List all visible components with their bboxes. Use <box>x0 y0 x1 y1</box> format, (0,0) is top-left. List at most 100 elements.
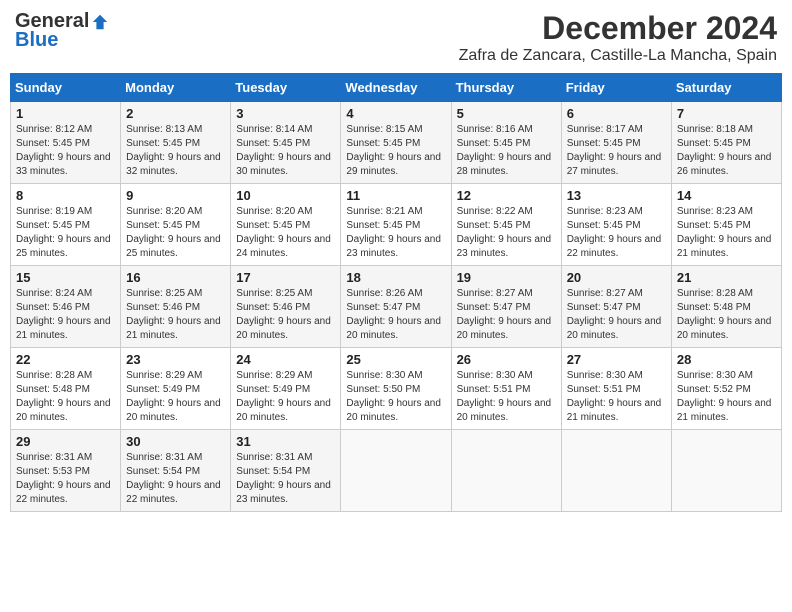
sunrise-label: Sunrise: 8:24 AM <box>16 288 92 299</box>
day-cell: 3 Sunrise: 8:14 AM Sunset: 5:45 PM Dayli… <box>231 102 341 184</box>
sunset-label: Sunset: 5:54 PM <box>126 466 200 477</box>
sunrise-label: Sunrise: 8:12 AM <box>16 124 92 135</box>
day-cell <box>671 430 781 512</box>
day-info: Sunrise: 8:20 AM Sunset: 5:45 PM Dayligh… <box>126 205 225 261</box>
day-cell: 27 Sunrise: 8:30 AM Sunset: 5:51 PM Dayl… <box>561 348 671 430</box>
day-cell: 31 Sunrise: 8:31 AM Sunset: 5:54 PM Dayl… <box>231 430 341 512</box>
day-info: Sunrise: 8:17 AM Sunset: 5:45 PM Dayligh… <box>567 123 666 179</box>
day-cell: 2 Sunrise: 8:13 AM Sunset: 5:45 PM Dayli… <box>121 102 231 184</box>
day-cell: 10 Sunrise: 8:20 AM Sunset: 5:45 PM Dayl… <box>231 184 341 266</box>
daylight-label: Daylight: 9 hours and 25 minutes. <box>16 234 111 259</box>
day-cell: 24 Sunrise: 8:29 AM Sunset: 5:49 PM Dayl… <box>231 348 341 430</box>
day-number: 18 <box>346 270 445 285</box>
sunset-label: Sunset: 5:47 PM <box>346 302 420 313</box>
day-number: 31 <box>236 434 335 449</box>
day-info: Sunrise: 8:26 AM Sunset: 5:47 PM Dayligh… <box>346 287 445 343</box>
sunrise-label: Sunrise: 8:27 AM <box>567 288 643 299</box>
sunrise-label: Sunrise: 8:16 AM <box>457 124 533 135</box>
daylight-label: Daylight: 9 hours and 22 minutes. <box>16 480 111 505</box>
sunrise-label: Sunrise: 8:28 AM <box>16 370 92 381</box>
day-cell: 5 Sunrise: 8:16 AM Sunset: 5:45 PM Dayli… <box>451 102 561 184</box>
daylight-label: Daylight: 9 hours and 20 minutes. <box>457 316 552 341</box>
day-info: Sunrise: 8:23 AM Sunset: 5:45 PM Dayligh… <box>567 205 666 261</box>
header-sunday: Sunday <box>11 74 121 102</box>
sunset-label: Sunset: 5:45 PM <box>677 138 751 149</box>
sunrise-label: Sunrise: 8:29 AM <box>236 370 312 381</box>
page-header: General Blue December 2024 Zafra de Zanc… <box>10 10 782 65</box>
daylight-label: Daylight: 9 hours and 22 minutes. <box>567 234 662 259</box>
sunset-label: Sunset: 5:45 PM <box>16 220 90 231</box>
day-info: Sunrise: 8:28 AM Sunset: 5:48 PM Dayligh… <box>16 369 115 425</box>
daylight-label: Daylight: 9 hours and 21 minutes. <box>677 398 772 423</box>
day-number: 25 <box>346 352 445 367</box>
sunrise-label: Sunrise: 8:27 AM <box>457 288 533 299</box>
daylight-label: Daylight: 9 hours and 20 minutes. <box>457 398 552 423</box>
title-section: December 2024 Zafra de Zancara, Castille… <box>459 10 777 65</box>
day-cell: 17 Sunrise: 8:25 AM Sunset: 5:46 PM Dayl… <box>231 266 341 348</box>
sunset-label: Sunset: 5:45 PM <box>346 138 420 149</box>
day-cell <box>561 430 671 512</box>
week-row-3: 22 Sunrise: 8:28 AM Sunset: 5:48 PM Dayl… <box>11 348 782 430</box>
daylight-label: Daylight: 9 hours and 20 minutes. <box>126 398 221 423</box>
day-cell: 13 Sunrise: 8:23 AM Sunset: 5:45 PM Dayl… <box>561 184 671 266</box>
daylight-label: Daylight: 9 hours and 20 minutes. <box>346 316 441 341</box>
sunset-label: Sunset: 5:54 PM <box>236 466 310 477</box>
day-info: Sunrise: 8:12 AM Sunset: 5:45 PM Dayligh… <box>16 123 115 179</box>
calendar-table: Sunday Monday Tuesday Wednesday Thursday… <box>10 73 782 512</box>
daylight-label: Daylight: 9 hours and 27 minutes. <box>567 152 662 177</box>
day-number: 7 <box>677 106 776 121</box>
daylight-label: Daylight: 9 hours and 26 minutes. <box>677 152 772 177</box>
header-monday: Monday <box>121 74 231 102</box>
sunset-label: Sunset: 5:45 PM <box>16 138 90 149</box>
sunrise-label: Sunrise: 8:13 AM <box>126 124 202 135</box>
sunset-label: Sunset: 5:46 PM <box>16 302 90 313</box>
sunset-label: Sunset: 5:45 PM <box>126 138 200 149</box>
day-info: Sunrise: 8:22 AM Sunset: 5:45 PM Dayligh… <box>457 205 556 261</box>
week-row-1: 8 Sunrise: 8:19 AM Sunset: 5:45 PM Dayli… <box>11 184 782 266</box>
daylight-label: Daylight: 9 hours and 29 minutes. <box>346 152 441 177</box>
sunrise-label: Sunrise: 8:29 AM <box>126 370 202 381</box>
sunset-label: Sunset: 5:45 PM <box>346 220 420 231</box>
daylight-label: Daylight: 9 hours and 21 minutes. <box>126 316 221 341</box>
header-wednesday: Wednesday <box>341 74 451 102</box>
day-cell: 22 Sunrise: 8:28 AM Sunset: 5:48 PM Dayl… <box>11 348 121 430</box>
day-number: 12 <box>457 188 556 203</box>
sunset-label: Sunset: 5:51 PM <box>457 384 531 395</box>
day-cell: 18 Sunrise: 8:26 AM Sunset: 5:47 PM Dayl… <box>341 266 451 348</box>
day-cell: 1 Sunrise: 8:12 AM Sunset: 5:45 PM Dayli… <box>11 102 121 184</box>
day-info: Sunrise: 8:18 AM Sunset: 5:45 PM Dayligh… <box>677 123 776 179</box>
sunrise-label: Sunrise: 8:30 AM <box>346 370 422 381</box>
day-info: Sunrise: 8:25 AM Sunset: 5:46 PM Dayligh… <box>236 287 335 343</box>
day-number: 23 <box>126 352 225 367</box>
sunrise-label: Sunrise: 8:19 AM <box>16 206 92 217</box>
day-number: 17 <box>236 270 335 285</box>
day-info: Sunrise: 8:21 AM Sunset: 5:45 PM Dayligh… <box>346 205 445 261</box>
day-cell: 11 Sunrise: 8:21 AM Sunset: 5:45 PM Dayl… <box>341 184 451 266</box>
location-title: Zafra de Zancara, Castille-La Mancha, Sp… <box>459 47 777 65</box>
day-number: 28 <box>677 352 776 367</box>
day-info: Sunrise: 8:30 AM Sunset: 5:51 PM Dayligh… <box>457 369 556 425</box>
day-cell: 19 Sunrise: 8:27 AM Sunset: 5:47 PM Dayl… <box>451 266 561 348</box>
sunrise-label: Sunrise: 8:14 AM <box>236 124 312 135</box>
day-number: 6 <box>567 106 666 121</box>
day-info: Sunrise: 8:28 AM Sunset: 5:48 PM Dayligh… <box>677 287 776 343</box>
sunrise-label: Sunrise: 8:17 AM <box>567 124 643 135</box>
daylight-label: Daylight: 9 hours and 25 minutes. <box>126 234 221 259</box>
sunrise-label: Sunrise: 8:23 AM <box>677 206 753 217</box>
sunrise-label: Sunrise: 8:30 AM <box>567 370 643 381</box>
day-number: 11 <box>346 188 445 203</box>
daylight-label: Daylight: 9 hours and 24 minutes. <box>236 234 331 259</box>
day-info: Sunrise: 8:15 AM Sunset: 5:45 PM Dayligh… <box>346 123 445 179</box>
day-info: Sunrise: 8:16 AM Sunset: 5:45 PM Dayligh… <box>457 123 556 179</box>
sunrise-label: Sunrise: 8:28 AM <box>677 288 753 299</box>
day-info: Sunrise: 8:14 AM Sunset: 5:45 PM Dayligh… <box>236 123 335 179</box>
day-info: Sunrise: 8:25 AM Sunset: 5:46 PM Dayligh… <box>126 287 225 343</box>
daylight-label: Daylight: 9 hours and 23 minutes. <box>346 234 441 259</box>
sunset-label: Sunset: 5:48 PM <box>16 384 90 395</box>
logo-icon <box>91 13 109 31</box>
sunset-label: Sunset: 5:53 PM <box>16 466 90 477</box>
daylight-label: Daylight: 9 hours and 33 minutes. <box>16 152 111 177</box>
week-row-0: 1 Sunrise: 8:12 AM Sunset: 5:45 PM Dayli… <box>11 102 782 184</box>
sunrise-label: Sunrise: 8:25 AM <box>126 288 202 299</box>
daylight-label: Daylight: 9 hours and 20 minutes. <box>16 398 111 423</box>
